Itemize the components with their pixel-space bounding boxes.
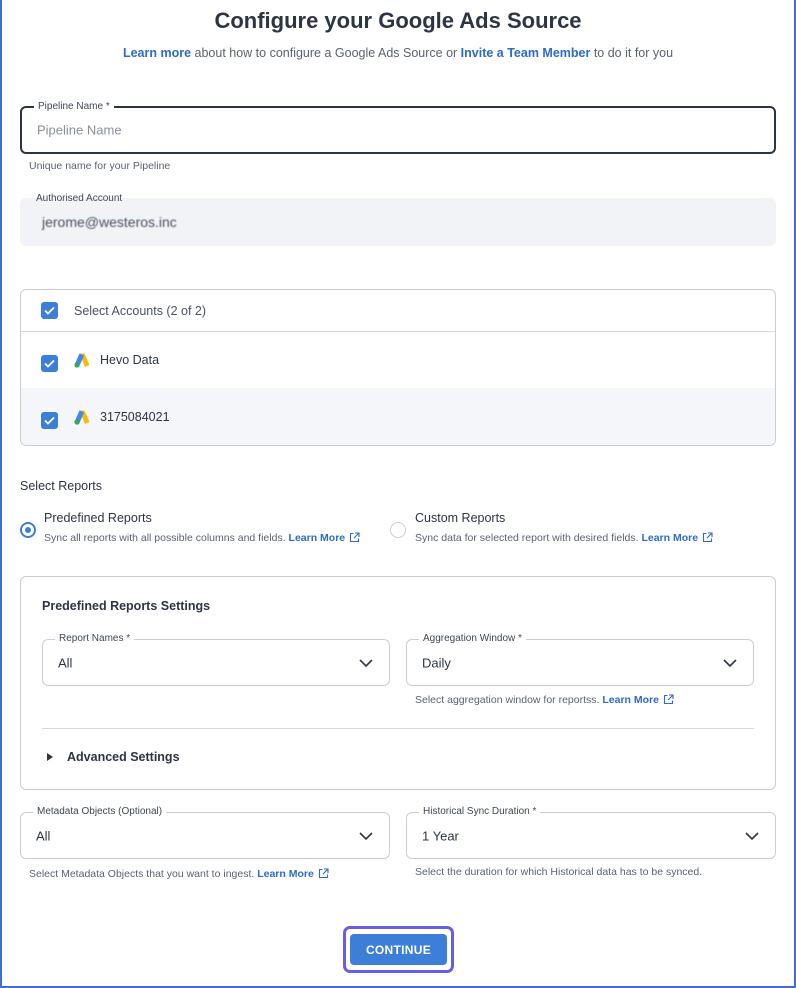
account-row[interactable]: Hevo Data [21, 332, 775, 388]
authorised-account-field: Authorised Account jerome@westeros.inc [20, 193, 776, 246]
metadata-objects-hint: Select Metadata Objects that you want to… [29, 868, 329, 882]
chevron-down-icon [359, 831, 373, 840]
report-names-label: Report Names * [55, 633, 135, 645]
aggregation-window-value: Daily [422, 655, 451, 670]
external-link-icon [663, 694, 674, 708]
external-link-icon [702, 532, 713, 546]
chevron-down-icon [745, 831, 759, 840]
historical-sync-select[interactable]: Historical Sync Duration * 1 Year [406, 806, 776, 859]
learn-more-link[interactable]: Learn more [123, 46, 191, 60]
account-checkbox[interactable] [41, 354, 58, 372]
predefined-reports-title[interactable]: Predefined Reports [44, 511, 152, 525]
historical-sync-label: Historical Sync Duration * [419, 806, 541, 818]
custom-reports-desc-text: Sync data for selected report with desir… [415, 532, 642, 544]
aggregation-window-hint: Select aggregation window for reportss. … [415, 694, 674, 708]
panel-title: Predefined Reports Settings [42, 599, 211, 613]
predefined-learn-more-link[interactable]: Learn More [289, 532, 346, 544]
invite-team-member-link[interactable]: Invite a Team Member [461, 46, 591, 60]
custom-reports-title[interactable]: Custom Reports [415, 511, 505, 525]
aggregation-window-label: Aggregation Window * [419, 633, 526, 645]
account-checkbox[interactable] [41, 411, 58, 429]
select-reports-label: Select Reports [20, 479, 102, 493]
aggregation-window-select[interactable]: Aggregation Window * Daily [406, 633, 754, 686]
advanced-settings-label: Advanced Settings [67, 750, 180, 764]
aggregation-learn-more-link[interactable]: Learn More [602, 694, 659, 706]
account-name: 3175084021 [100, 410, 170, 424]
report-names-value: All [58, 655, 73, 670]
predefined-settings-panel: Predefined Reports Settings Report Names… [20, 576, 776, 790]
select-all-label: Select Accounts (2 of 2) [74, 303, 207, 318]
metadata-objects-select[interactable]: Metadata Objects (Optional) All [20, 806, 390, 859]
chevron-down-icon [723, 658, 737, 667]
subtitle-text-end: to do it for you [590, 46, 674, 60]
historical-sync-value: 1 Year [422, 828, 459, 843]
predefined-reports-desc: Sync all reports with all possible colum… [44, 532, 360, 546]
metadata-hint-text: Select Metadata Objects that you want to… [29, 868, 258, 880]
caret-right-icon [47, 753, 53, 761]
report-names-select[interactable]: Report Names * All [42, 633, 390, 686]
subtitle-text: about how to configure a Google Ads Sour… [191, 46, 461, 60]
accounts-list: Select Accounts (2 of 2) Hevo Data 31750… [20, 289, 776, 446]
select-all-checkbox[interactable] [41, 302, 58, 319]
custom-reports-radio[interactable] [390, 522, 406, 538]
continue-button[interactable]: CONTINUE [350, 934, 447, 965]
account-name: Hevo Data [100, 353, 160, 367]
page-title: Configure your Google Ads Source [214, 8, 582, 33]
custom-reports-desc: Sync data for selected report with desir… [415, 532, 713, 546]
divider [42, 728, 754, 729]
metadata-objects-value: All [36, 828, 51, 843]
pipeline-name-hint: Unique name for your Pipeline [29, 160, 171, 172]
google-ads-icon [73, 352, 91, 368]
pipeline-name-label: Pipeline Name * [34, 101, 114, 113]
pipeline-name-field[interactable]: Pipeline Name * Pipeline Name [20, 101, 776, 154]
metadata-learn-more-link[interactable]: Learn More [257, 868, 314, 880]
aggregation-hint-text: Select aggregation window for reportss. [415, 694, 603, 706]
predefined-reports-desc-text: Sync all reports with all possible colum… [44, 532, 289, 544]
predefined-reports-radio[interactable] [20, 522, 36, 538]
pipeline-name-input[interactable]: Pipeline Name [37, 123, 122, 138]
authorised-account-label: Authorised Account [36, 193, 123, 204]
custom-learn-more-link[interactable]: Learn More [641, 532, 698, 544]
select-all-accounts-row[interactable]: Select Accounts (2 of 2) [21, 290, 775, 332]
external-link-icon [318, 868, 329, 882]
page-subtitle: Learn more about how to configure a Goog… [0, 46, 796, 60]
continue-focus-ring: CONTINUE [343, 926, 454, 973]
advanced-settings-toggle[interactable]: Advanced Settings [47, 750, 180, 764]
account-row[interactable]: 3175084021 [21, 388, 775, 445]
metadata-objects-label: Metadata Objects (Optional) [33, 806, 167, 818]
historical-sync-hint: Select the duration for which Historical… [415, 866, 703, 878]
chevron-down-icon [359, 658, 373, 667]
authorised-account-value: jerome@westeros.inc [42, 214, 177, 230]
google-ads-icon [73, 409, 91, 425]
external-link-icon [349, 532, 360, 546]
